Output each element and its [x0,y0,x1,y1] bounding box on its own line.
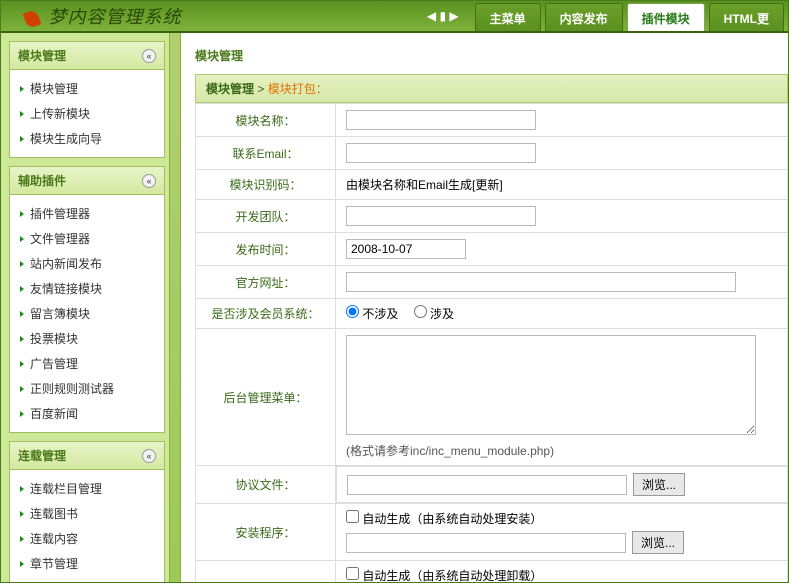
module-form: 模块名称： 联系Email： 模块识别码： 由模块名称和Email生成[更新] … [195,103,788,582]
arrow-icon [20,486,24,492]
sidebar-item[interactable]: 章节管理 [10,551,164,576]
arrow-icon [20,361,24,367]
browse-button-installer[interactable]: 浏览... [632,531,684,554]
arrow-icon [20,536,24,542]
tab-content-publish[interactable]: 内容发布 [545,3,623,31]
label-installer: 安装程序： [196,504,336,561]
arrow-icon [20,136,24,142]
sidebar-item[interactable]: 连载栏目管理 [10,476,164,501]
arrow-icon [20,411,24,417]
admin-menu-hint: (格式请参考inc/inc_menu_module.php) [346,442,777,459]
sidebar-item[interactable]: 插件管理器 [10,201,164,226]
browse-button-license[interactable]: 浏览... [633,473,685,496]
main-content: 模块管理 模块管理 > 模块打包： 模块名称： 联系Email： 模块识别码： … [181,33,788,582]
sidebar-item[interactable]: 友情链接模块 [10,276,164,301]
admin-menu-textarea[interactable] [346,335,756,435]
uninstaller-auto-checkbox[interactable]: 自动生成（由系统自动处理卸载） [346,569,542,582]
nav-arrows-icon[interactable]: ◀ ▮ ▶ [415,9,471,23]
arrow-icon [20,261,24,267]
radio-member-yes[interactable]: 涉及 [414,307,454,321]
sidebar-item[interactable]: 广告管理 [10,351,164,376]
label-name: 模块名称： [196,104,336,137]
sidebar-item[interactable]: 正则规则测试器 [10,376,164,401]
radio-member-no[interactable]: 不涉及 [346,307,398,321]
sidebar-item[interactable]: 文件管理器 [10,226,164,251]
label-license: 协议文件： [196,466,336,504]
logo-leaf-icon [23,9,42,29]
label-team: 开发团队： [196,200,336,233]
sidebar-item[interactable]: 更新小说HTML [10,576,164,582]
installer-auto-checkbox[interactable]: 自动生成（由系统自动处理安装） [346,512,542,526]
sidebar-item[interactable]: 连载图书 [10,501,164,526]
arrow-icon [20,111,24,117]
name-input[interactable] [346,110,536,130]
collapse-icon[interactable]: « [142,174,156,188]
sidebar-item[interactable]: 投票模块 [10,326,164,351]
sidebar-item[interactable]: 百度新闻 [10,401,164,426]
sidebar: 模块管理 « 模块管理 上传新模块 模块生成向导 辅助插件 « 插件管理器 文件管理… [1,33,169,582]
sidebar-item[interactable]: 模块管理 [10,76,164,101]
sidebar-item[interactable]: 连载内容 [10,526,164,551]
url-input[interactable] [346,272,736,292]
sidebar-panel-plugins: 辅助插件 « 插件管理器 文件管理器 站内新闻发布 友情链接模块 留言簿模块 投票… [9,166,165,433]
team-input[interactable] [346,206,536,226]
sidebar-panel-module: 模块管理 « 模块管理 上传新模块 模块生成向导 [9,41,165,158]
breadcrumb: 模块管理 > 模块打包： [195,74,788,103]
logo: 梦内容管理系统 [1,3,201,29]
sidebar-panel-serial: 连载管理 « 连载栏目管理 连载图书 连载内容 章节管理 更新小说HTML [9,441,165,582]
tab-main-menu[interactable]: 主菜单 [475,3,541,31]
sidebar-panel-title: 连载管理 [18,447,66,464]
tab-plugin-module[interactable]: 插件模块 [627,3,705,31]
label-email: 联系Email： [196,137,336,170]
sidebar-scrollbar[interactable] [169,33,181,582]
email-input[interactable] [346,143,536,163]
collapse-icon[interactable]: « [142,49,156,63]
system-title: 梦内容管理系统 [49,7,182,27]
installer-input[interactable] [346,533,626,553]
label-admin-menu: 后台管理菜单： [196,329,336,466]
arrow-icon [20,311,24,317]
page-title: 模块管理 [195,47,788,64]
collapse-icon[interactable]: « [142,449,156,463]
arrow-icon [20,511,24,517]
label-member: 是否涉及会员系统： [196,299,336,329]
label-url: 官方网址： [196,266,336,299]
arrow-icon [20,86,24,92]
license-input[interactable] [347,475,627,495]
arrow-icon [20,211,24,217]
arrow-icon [20,286,24,292]
sidebar-item[interactable]: 模块生成向导 [10,126,164,151]
arrow-icon [20,336,24,342]
sidebar-item[interactable]: 上传新模块 [10,101,164,126]
identifier-hint: 由模块名称和Email生成[更新] [346,178,503,192]
sidebar-panel-title: 辅助插件 [18,172,66,189]
label-pubtime: 发布时间： [196,233,336,266]
label-uninstaller: 删除程序： [196,561,336,583]
sidebar-item[interactable]: 留言簿模块 [10,301,164,326]
sidebar-item[interactable]: 站内新闻发布 [10,251,164,276]
label-identifier: 模块识别码： [196,170,336,200]
sidebar-panel-title: 模块管理 [18,47,66,64]
arrow-icon [20,236,24,242]
pubtime-input[interactable] [346,239,466,259]
arrow-icon [20,386,24,392]
arrow-icon [20,561,24,567]
tab-html-update[interactable]: HTML更 [709,3,784,31]
top-bar: 梦内容管理系统 ◀ ▮ ▶ 主菜单 内容发布 插件模块 HTML更 [1,1,788,33]
